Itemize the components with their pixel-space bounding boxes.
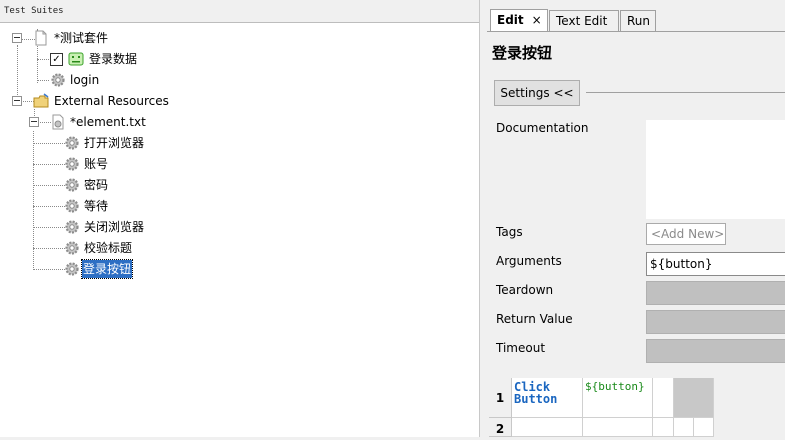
tab-text-edit[interactable]: Text Edit [549, 10, 619, 31]
folder-icon [33, 93, 49, 108]
grid-cell[interactable] [694, 418, 714, 437]
collapse-toggle-icon[interactable] [29, 117, 39, 127]
grid-empty-area [714, 418, 785, 437]
documentation-label: Documentation [496, 121, 589, 135]
row-header[interactable]: 1 [489, 378, 512, 418]
close-icon[interactable]: × [532, 13, 542, 27]
tree-node-testcase[interactable]: ✓ 登录数据 [0, 50, 200, 68]
tree-node-label[interactable]: External Resources [53, 92, 170, 110]
grid-cell-argument[interactable] [583, 418, 653, 437]
arguments-label: Arguments [496, 254, 562, 268]
tree-node-login[interactable]: login [0, 71, 200, 89]
tree-node-resource-file[interactable]: *element.txt [0, 113, 240, 131]
teardown-label: Teardown [496, 283, 554, 297]
tree-node-label[interactable]: login [69, 71, 100, 89]
cell-keyword-text: Click Button [514, 380, 558, 406]
return-value-label: Return Value [496, 312, 573, 326]
gear-icon [65, 157, 79, 171]
grid-cell[interactable] [653, 378, 674, 418]
tree-node-keyword-selected[interactable]: 登录按钮 [0, 259, 240, 279]
tree-node-keyword[interactable]: 账号 [0, 155, 240, 173]
tree-node-keyword[interactable]: 等待 [0, 197, 240, 215]
timeout-label: Timeout [496, 341, 546, 355]
tags-label: Tags [496, 225, 523, 239]
tree-node-label[interactable]: *测试套件 [53, 29, 109, 47]
tab-edit[interactable]: Edit × [490, 9, 548, 32]
robot-icon [68, 52, 84, 66]
tree-node-keyword[interactable]: 关闭浏览器 [0, 218, 240, 236]
file-icon [35, 30, 47, 46]
row-header[interactable]: 2 [489, 418, 512, 437]
collapse-toggle-icon[interactable] [12, 33, 22, 43]
keyword-title: 登录按钮 [492, 44, 553, 62]
settings-divider [586, 92, 785, 93]
grid-cell-keyword[interactable] [512, 418, 583, 437]
tree-node-label[interactable]: 等待 [83, 197, 109, 215]
grid-cell[interactable] [674, 378, 714, 418]
return-value-field[interactable] [646, 310, 785, 334]
tree-node-external-resources[interactable]: External Resources [0, 92, 240, 110]
grid-cell-argument[interactable]: ${button} [583, 378, 653, 418]
gear-icon [65, 262, 79, 276]
testcase-checkbox[interactable]: ✓ [50, 53, 63, 66]
gear-icon [65, 220, 79, 234]
add-tag-button[interactable]: <Add New> [646, 223, 726, 245]
tab-label[interactable]: Run [627, 14, 650, 28]
editor-panel: Edit × Text Edit Run 登录按钮 Settings << Doc… [487, 0, 785, 437]
teardown-field[interactable] [646, 281, 785, 305]
arguments-field[interactable]: ${button} [646, 252, 785, 276]
tree-node-label[interactable]: 登录数据 [88, 50, 138, 68]
suite-tree[interactable]: *测试套件 ✓ 登录数据 login External Resources *e… [0, 23, 478, 437]
timeout-field[interactable] [646, 339, 785, 363]
cell-argument-text: ${button} [585, 380, 645, 393]
tree-node-keyword[interactable]: 校验标题 [0, 239, 240, 257]
grid-empty-area [714, 378, 785, 418]
grid-cell[interactable] [674, 418, 694, 437]
tree-node-label[interactable]: 校验标题 [83, 239, 133, 257]
tree-node-label[interactable]: *element.txt [69, 113, 147, 131]
gear-icon [65, 136, 79, 150]
tree-node-keyword[interactable]: 密码 [0, 176, 240, 194]
gear-icon [65, 199, 79, 213]
tree-header-label: Test Suites [4, 6, 64, 16]
gear-icon [65, 178, 79, 192]
resource-file-icon [52, 114, 64, 130]
keyword-steps-grid[interactable]: 1 Click Button ${button} 2 [489, 378, 785, 437]
tree-header: Test Suites [0, 0, 479, 23]
tree-node-label[interactable]: 打开浏览器 [83, 134, 145, 152]
documentation-field[interactable] [646, 120, 785, 219]
tree-node-label[interactable]: 密码 [83, 176, 109, 194]
gear-icon [65, 241, 79, 255]
tree-node-suite[interactable]: *测试套件 [0, 29, 200, 47]
grid-cell-keyword[interactable]: Click Button [512, 378, 583, 418]
tree-node-keyword[interactable]: 打开浏览器 [0, 134, 240, 152]
tab-run[interactable]: Run [620, 10, 656, 31]
tab-label[interactable]: Text Edit [556, 14, 607, 28]
tab-label[interactable]: Edit [497, 13, 524, 27]
tree-node-label[interactable]: 登录按钮 [80, 259, 134, 279]
settings-toggle-button[interactable]: Settings << [494, 80, 580, 106]
keyword-editor: 登录按钮 Settings << Documentation Tags <Add… [488, 32, 785, 437]
tree-node-label[interactable]: 账号 [83, 155, 109, 173]
test-suites-panel: Test Suites *测试套件 ✓ 登录数据 login External … [0, 0, 479, 437]
collapse-toggle-icon[interactable] [12, 96, 22, 106]
gear-icon [51, 73, 65, 87]
tree-node-label[interactable]: 关闭浏览器 [83, 218, 145, 236]
grid-cell[interactable] [653, 418, 674, 437]
